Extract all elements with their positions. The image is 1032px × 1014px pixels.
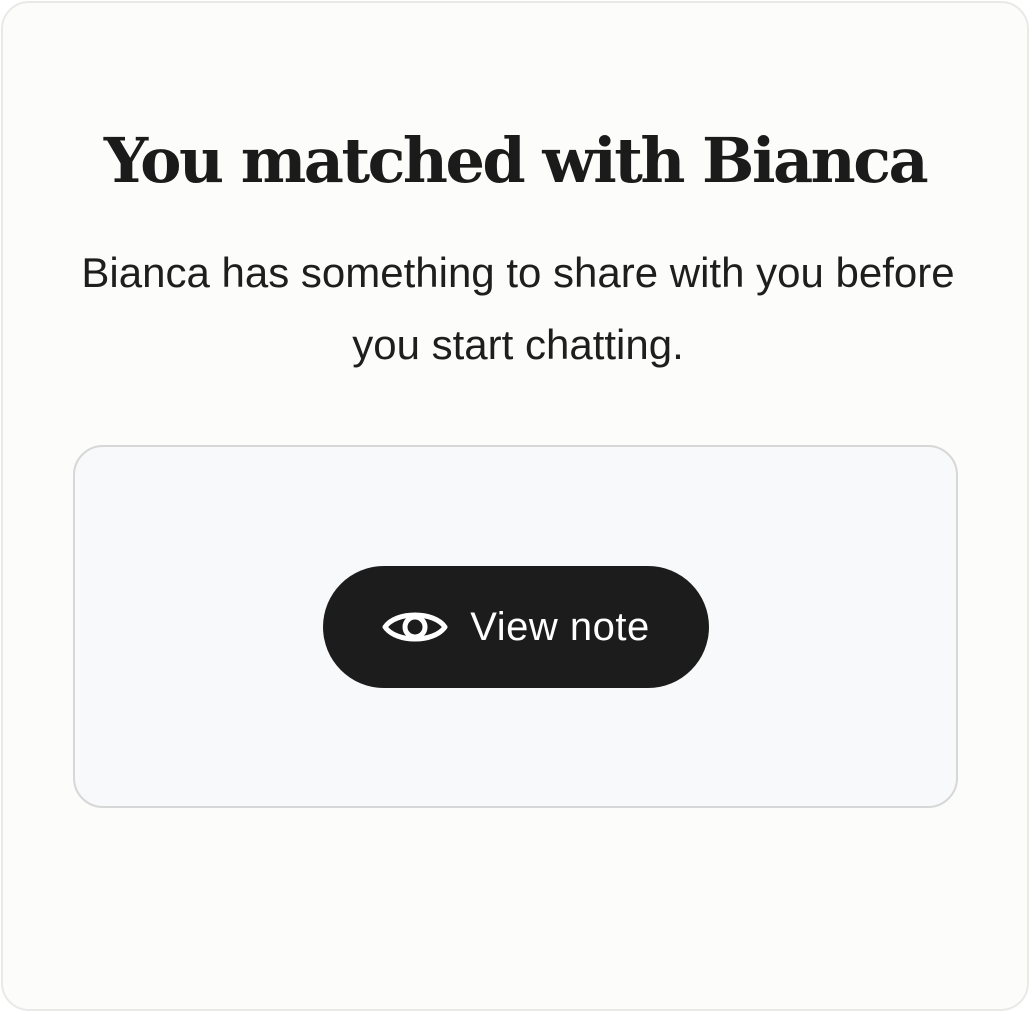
match-subtitle: Bianca has something to share with you b… (81, 249, 955, 368)
view-note-label: View note (470, 604, 650, 649)
eye-icon (382, 607, 448, 647)
view-note-button[interactable]: View note (323, 566, 709, 688)
match-title: You matched with Bianca (103, 124, 929, 197)
